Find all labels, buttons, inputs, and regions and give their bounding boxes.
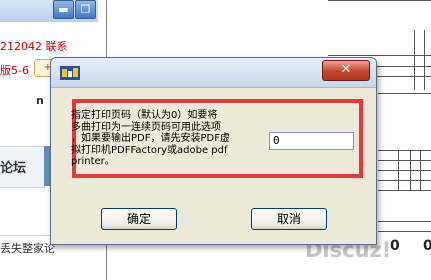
- staff-line: [378, 190, 431, 191]
- staff-line: [378, 180, 431, 181]
- close-button[interactable]: ✕: [322, 60, 370, 81]
- background-titlebar: ▬ ❐: [0, 0, 98, 22]
- minimize-icon[interactable]: ▬: [53, 0, 74, 19]
- staff-line: [378, 170, 431, 171]
- page-number-input[interactable]: 0: [269, 132, 354, 150]
- staff-line: [328, 0, 431, 1]
- dialog-titlebar[interactable]: ✕: [51, 58, 376, 88]
- staff-line: [378, 231, 431, 232]
- bar-line: [398, 150, 399, 190]
- staff-line: [378, 150, 431, 151]
- bar-line: [424, 30, 425, 90]
- ok-button[interactable]: 确定: [101, 208, 177, 230]
- staff-line: [378, 93, 431, 94]
- staff-line: [328, 55, 431, 56]
- app-icon: [60, 66, 80, 80]
- measure-number: 0: [423, 238, 431, 254]
- bar-line: [410, 150, 411, 190]
- cancel-button[interactable]: 取消: [251, 208, 327, 230]
- staff-line: [378, 221, 431, 222]
- prompt-text: 指定打印页码（默认为0）如要将 多曲打印为一连续页码可用此选项 ，如果要输出PD…: [71, 110, 230, 167]
- user-name-text: n: [36, 94, 44, 107]
- measure-number: 0: [390, 238, 400, 254]
- contact-phone-text: 212042 联系: [0, 40, 68, 53]
- version-text: 版5-6: [0, 64, 29, 77]
- bar-line: [414, 30, 415, 90]
- bar-line: [420, 150, 421, 190]
- tab-forum-label: 论坛: [0, 161, 27, 176]
- staff-line: [378, 160, 431, 161]
- footer-link[interactable]: 丢失整家论: [0, 240, 55, 256]
- close-icon: ✕: [340, 62, 352, 77]
- print-page-dialog: ✕ 指定打印页码（默认为0）如要将 多曲打印为一连续页码可用此选项 ，如果要输出…: [50, 57, 377, 245]
- restore-icon[interactable]: ❐: [75, 0, 96, 19]
- tab-forum[interactable]: 论坛: [0, 146, 45, 188]
